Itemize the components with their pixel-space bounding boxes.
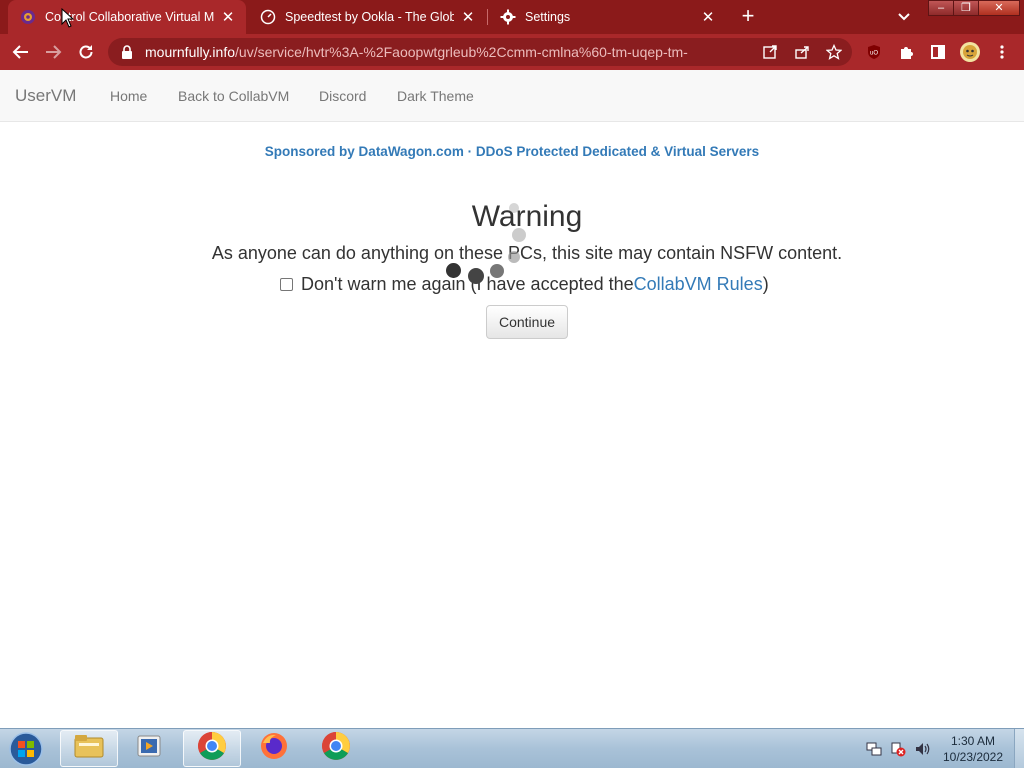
new-tab-button[interactable]: + xyxy=(737,5,759,27)
side-panel-icon[interactable] xyxy=(926,40,950,64)
start-button[interactable] xyxy=(6,731,46,767)
url-text: mournfully.info/uv/service/hvtr%3A-%2Fao… xyxy=(145,44,688,60)
dont-warn-checkbox[interactable] xyxy=(280,277,293,291)
tab-speedtest[interactable]: Speedtest by Ookla - The Global ✕ xyxy=(248,0,486,34)
sponsor-link[interactable]: Sponsored by DataWagon.com xyxy=(265,144,464,159)
chrome-icon xyxy=(321,731,351,766)
windows-taskbar: 1:30 AM 10/23/2022 xyxy=(0,728,1024,768)
profile-avatar[interactable] xyxy=(958,40,982,64)
show-desktop-button[interactable] xyxy=(1014,729,1024,768)
nav-discord[interactable]: Discord xyxy=(319,88,366,104)
extensions-puzzle-icon[interactable] xyxy=(894,40,918,64)
browser-tab-strip: Control Collaborative Virtual Mac ✕ Spee… xyxy=(0,0,1024,34)
close-icon[interactable]: ✕ xyxy=(700,9,716,25)
taskbar-chrome[interactable] xyxy=(183,730,241,767)
dont-warn-row: Don't warn me again (I have accepted the… xyxy=(280,273,769,295)
share-icon[interactable] xyxy=(794,44,810,60)
tab-settings[interactable]: Settings ✕ xyxy=(488,0,726,34)
taskbar-clock[interactable]: 1:30 AM 10/23/2022 xyxy=(938,733,1008,765)
explorer-icon xyxy=(74,733,104,764)
taskbar-media-player[interactable] xyxy=(120,730,178,767)
spinner-dot xyxy=(508,251,520,263)
sponsor-banner: Sponsored by DataWagon.com · DDoS Protec… xyxy=(0,144,1024,159)
forward-arrow-icon[interactable] xyxy=(41,40,65,64)
media-player-icon xyxy=(136,733,162,764)
nav-home[interactable]: Home xyxy=(110,88,147,104)
close-window-button[interactable]: ✕ xyxy=(978,0,1020,16)
open-in-app-icon[interactable] xyxy=(762,44,778,60)
taskbar-chrome-2[interactable] xyxy=(307,730,365,767)
address-bar[interactable]: mournfully.info/uv/service/hvtr%3A-%2Fao… xyxy=(108,38,852,66)
clock-date: 10/23/2022 xyxy=(942,750,1004,764)
restore-button[interactable]: ❐ xyxy=(953,0,979,16)
taskbar-explorer[interactable] xyxy=(60,730,118,767)
back-arrow-icon[interactable] xyxy=(9,40,33,64)
minimize-button[interactable]: – xyxy=(928,0,954,16)
bookmark-star-icon[interactable] xyxy=(825,43,843,60)
tab-title: Speedtest by Ookla - The Global xyxy=(285,10,454,24)
network-icon[interactable] xyxy=(866,741,882,762)
firefox-icon xyxy=(259,731,289,766)
browser-toolbar: mournfully.info/uv/service/hvtr%3A-%2Fao… xyxy=(0,34,1024,70)
gear-icon xyxy=(500,9,516,25)
kebab-menu-icon[interactable] xyxy=(990,40,1014,64)
spinner-dot xyxy=(509,203,519,213)
collabvm-rules-link[interactable]: CollabVM Rules xyxy=(634,274,763,295)
spinner-dot xyxy=(490,264,504,278)
chevron-down-icon[interactable] xyxy=(895,8,913,26)
spinner-dot xyxy=(446,263,461,278)
tab-title: Settings xyxy=(525,10,571,24)
taskbar-firefox[interactable] xyxy=(245,730,303,767)
sponsor-separator: · xyxy=(463,144,476,159)
site-brand[interactable]: UserVM xyxy=(15,86,76,106)
tab-collabvm[interactable]: Control Collaborative Virtual Mac ✕ xyxy=(8,0,246,34)
close-icon[interactable]: ✕ xyxy=(460,9,476,25)
mouse-pointer-icon xyxy=(61,7,75,28)
dont-warn-label-end: ) xyxy=(762,273,769,294)
nav-dark-theme[interactable]: Dark Theme xyxy=(397,88,474,104)
spinner-dot xyxy=(512,228,526,242)
clock-time: 1:30 AM xyxy=(950,734,996,748)
ublock-icon[interactable]: uO xyxy=(862,40,886,64)
lock-icon xyxy=(121,45,135,59)
speedtest-icon xyxy=(260,9,276,25)
nav-back-to-collabvm[interactable]: Back to CollabVM xyxy=(178,88,289,104)
volume-icon[interactable] xyxy=(914,741,930,762)
sponsor-text[interactable]: DDoS Protected Dedicated & Virtual Serve… xyxy=(476,144,759,159)
collabvm-favicon xyxy=(20,9,36,25)
site-navbar: UserVM Home Back to CollabVM Discord Dar… xyxy=(0,70,1024,122)
chrome-icon xyxy=(197,731,227,766)
reload-icon[interactable] xyxy=(74,40,98,64)
continue-button[interactable]: Continue xyxy=(486,305,568,339)
spinner-dot xyxy=(468,268,484,284)
svg-text:uO: uO xyxy=(870,51,878,57)
action-center-icon[interactable] xyxy=(890,741,906,762)
close-icon[interactable]: ✕ xyxy=(220,9,236,25)
